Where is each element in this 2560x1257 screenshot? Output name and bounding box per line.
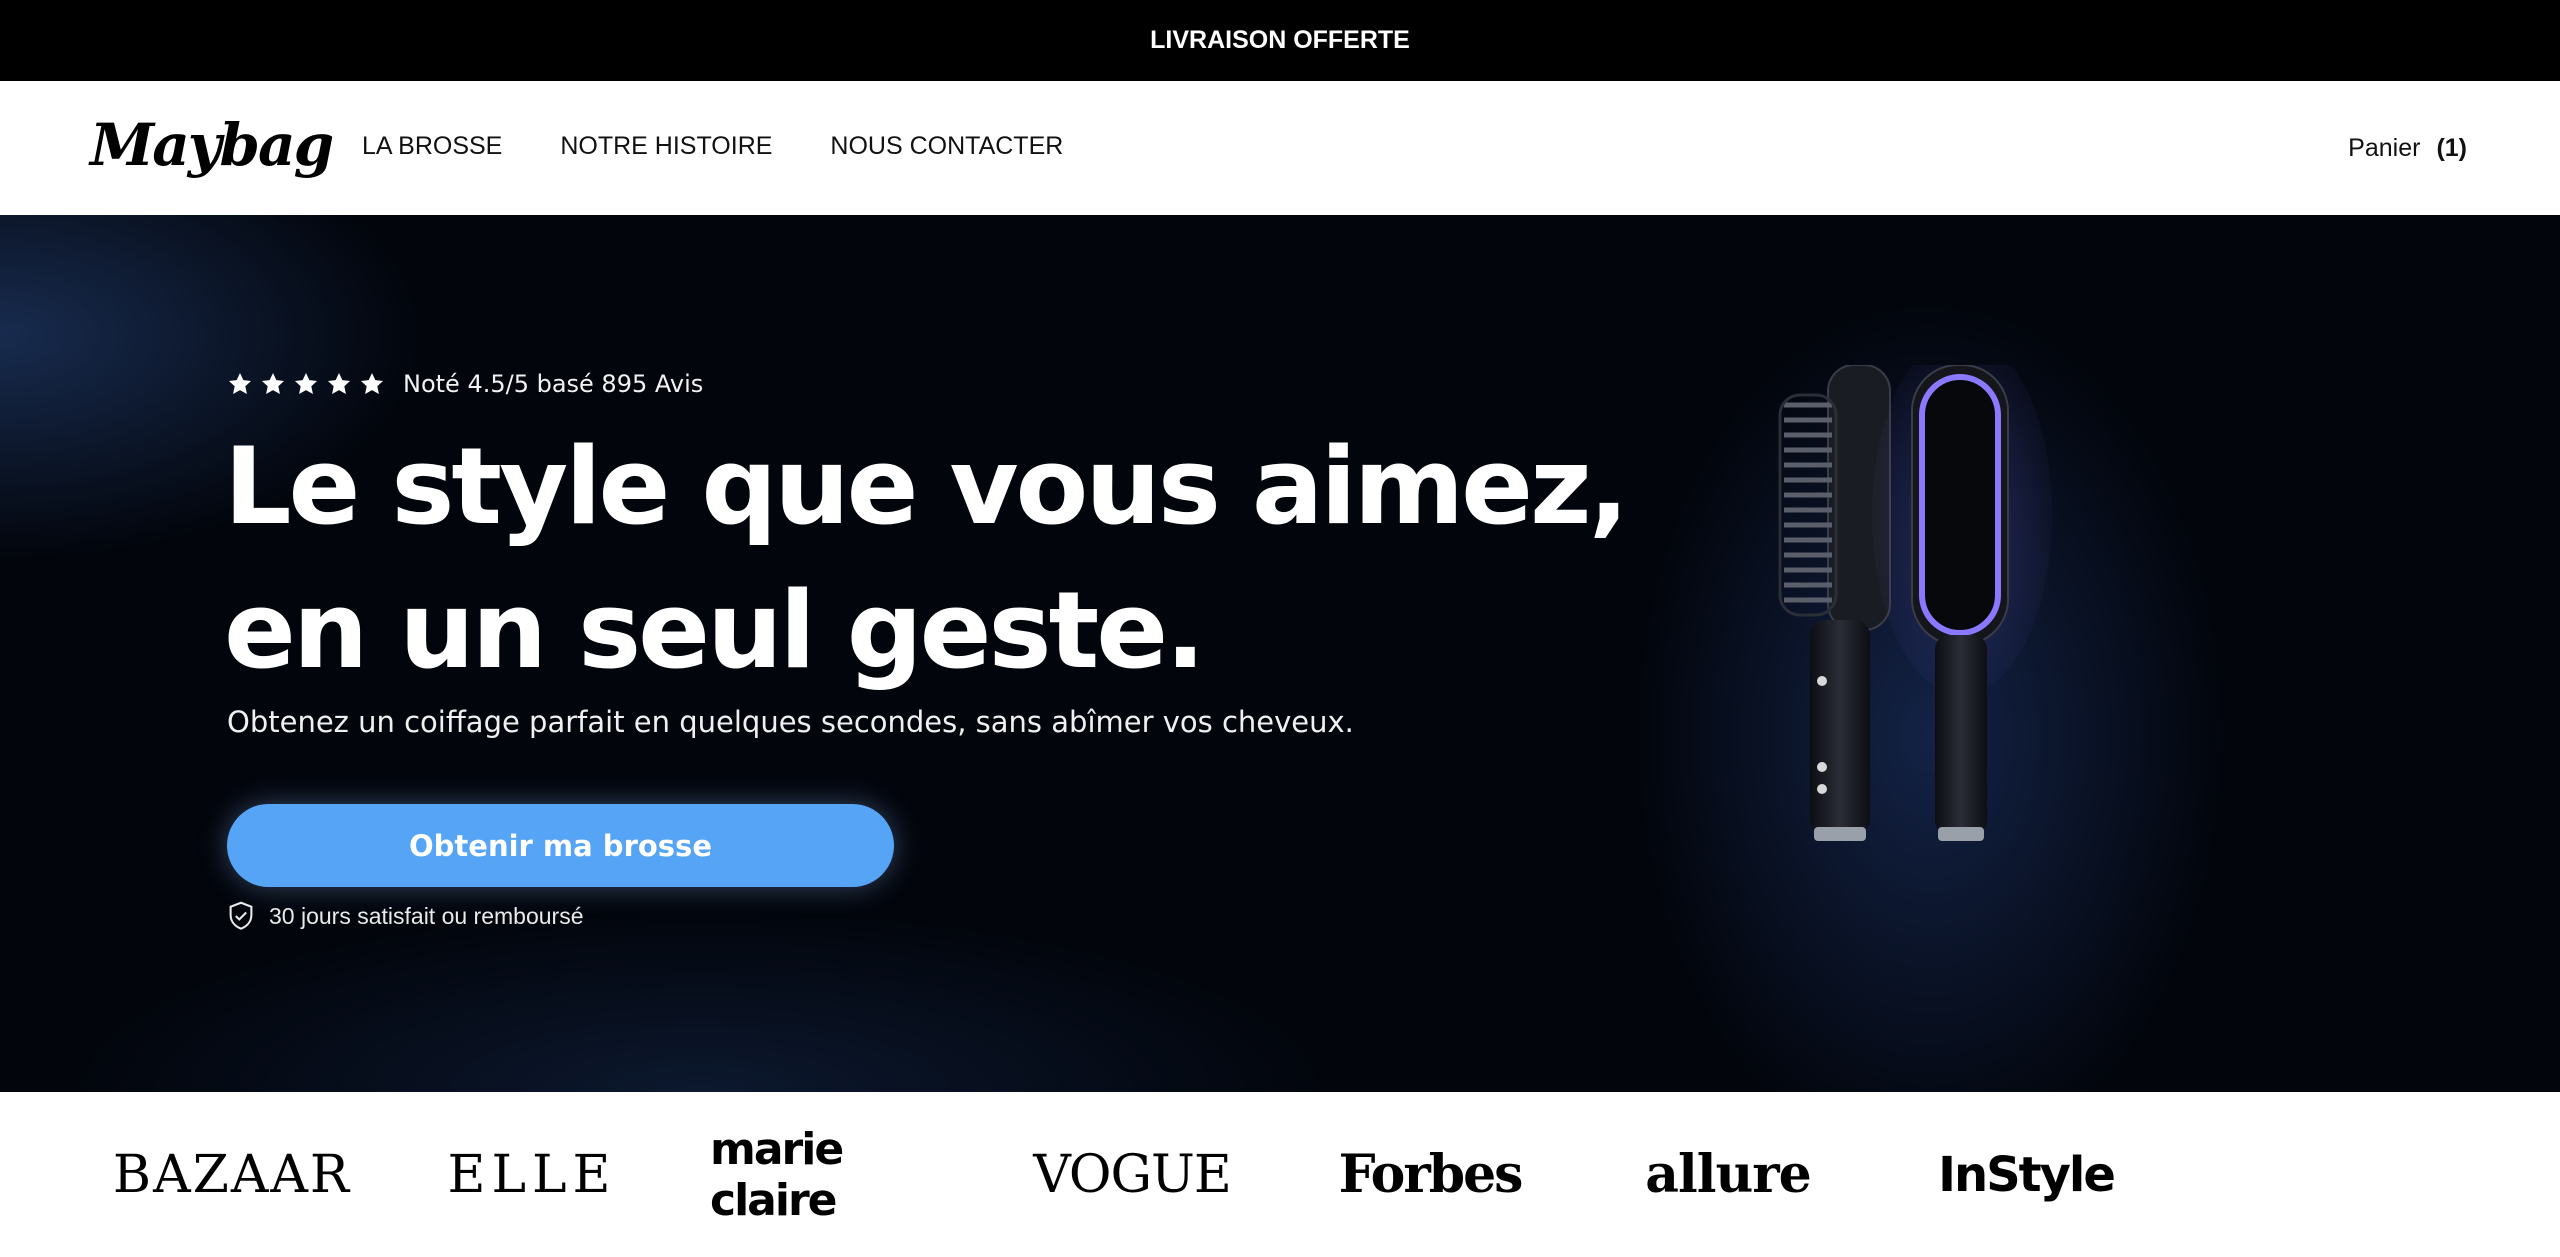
rating-text: Noté 4.5/5 basé 895 Avis <box>403 370 704 398</box>
hair-brush-image <box>1778 365 2052 841</box>
press-logo-allure: allure <box>1645 1144 1812 1205</box>
press-logo-instyle: InStyle <box>1938 1146 2116 1203</box>
announcement-bar: LIVRAISON OFFERTE <box>0 0 2560 81</box>
press-logo-bazaar: BAZAAR <box>112 1144 352 1205</box>
site-header: Maybag LA BROSSE NOTRE HISTOIRE NOUS CON… <box>0 81 2560 215</box>
press-logo-marie-claire: marie claire <box>710 1123 844 1226</box>
rating-stars <box>227 371 385 397</box>
cart-link[interactable]: Panier (1) <box>2348 81 2467 215</box>
hero-section: Noté 4.5/5 basé 895 Avis Le style que vo… <box>0 215 2560 1092</box>
star-icon <box>294 372 318 394</box>
hero-headline: Le style que vous aimez, en un seul gest… <box>224 415 1724 703</box>
star-icon <box>327 372 351 394</box>
brand-logo[interactable]: Maybag <box>90 111 334 179</box>
press-logo-forbes: Forbes <box>1338 1144 1524 1205</box>
shield-check-icon <box>229 901 253 930</box>
cart-label: Panier <box>2348 133 2421 162</box>
star-icon <box>261 372 285 394</box>
star-icon <box>228 372 252 394</box>
press-logos: BAZAAR ELLE marie claire VOGUE Forbes al… <box>0 1092 2560 1257</box>
get-brush-button[interactable]: Obtenir ma brosse <box>227 804 894 887</box>
guarantee-note: 30 jours satisfait ou remboursé <box>227 901 584 931</box>
main-nav: LA BROSSE NOTRE HISTOIRE NOUS CONTACTER <box>362 81 1063 215</box>
nav-notre-histoire[interactable]: NOTRE HISTOIRE <box>560 132 772 165</box>
nav-la-brosse[interactable]: LA BROSSE <box>362 132 502 165</box>
star-icon <box>360 372 384 394</box>
guarantee-text: 30 jours satisfait ou remboursé <box>269 902 584 929</box>
press-logo-vogue: VOGUE <box>1033 1144 1232 1205</box>
press-logo-elle: ELLE <box>447 1144 617 1205</box>
hero-subline: Obtenez un coiffage parfait en quelques … <box>227 705 1354 739</box>
headline-line-1: Le style que vous aimez, <box>224 425 1629 548</box>
nav-nous-contacter[interactable]: NOUS CONTACTER <box>830 132 1063 165</box>
headline-line-2: en un seul geste. <box>224 569 1205 692</box>
rating-row: Noté 4.5/5 basé 895 Avis <box>227 370 703 398</box>
announcement-text: LIVRAISON OFFERTE <box>1150 26 1410 54</box>
cart-count: (1) <box>2436 133 2467 162</box>
